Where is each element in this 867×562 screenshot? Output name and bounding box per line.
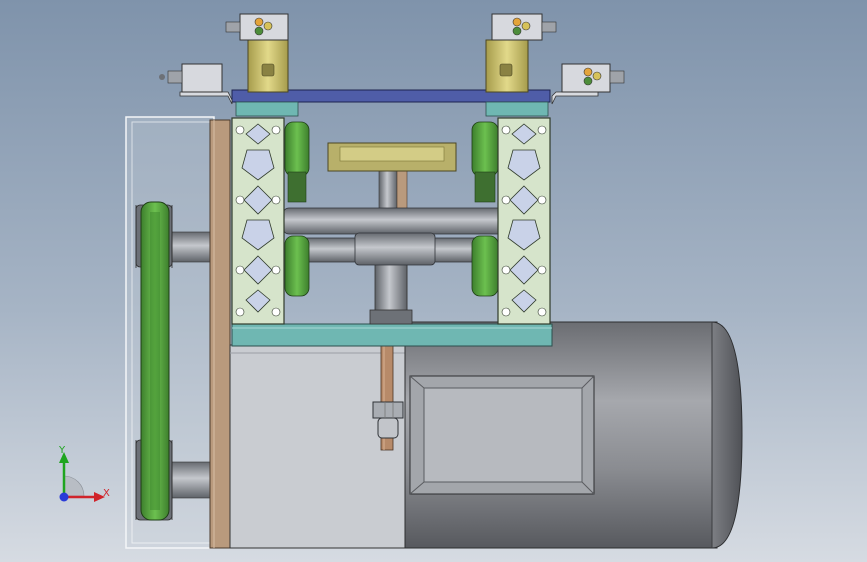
top-cover-plate (179, 89, 599, 117)
coordinate-triad-icon: Y X (58, 445, 110, 502)
lower-pulley-hub (167, 461, 215, 499)
cad-viewport[interactable]: Y X (0, 0, 867, 562)
triad-arc (63, 475, 85, 497)
left-bracket (179, 91, 233, 105)
left-extrusion (231, 117, 285, 325)
right-bracket (551, 91, 599, 105)
sensor-right-top (485, 13, 557, 93)
base-plate (231, 323, 553, 347)
sensor-right-side (561, 63, 625, 93)
hex-nut (372, 401, 404, 419)
motor-end-cap (711, 321, 743, 549)
upper-pulley-hub (167, 231, 215, 263)
sensor-left-side (159, 63, 223, 93)
electric-motor (404, 321, 743, 549)
x-axis-label: X (103, 488, 110, 499)
cam-bar (327, 142, 457, 172)
y-axis-label: Y (58, 445, 66, 456)
assembly-drawing: Y X (58, 13, 743, 549)
upper-cross-shaft (282, 207, 506, 235)
right-extrusion (497, 117, 551, 325)
z-axis-origin (59, 492, 69, 502)
shaft-coupling (354, 232, 436, 266)
sensor-left-top (225, 13, 289, 93)
side-plate (209, 119, 231, 549)
